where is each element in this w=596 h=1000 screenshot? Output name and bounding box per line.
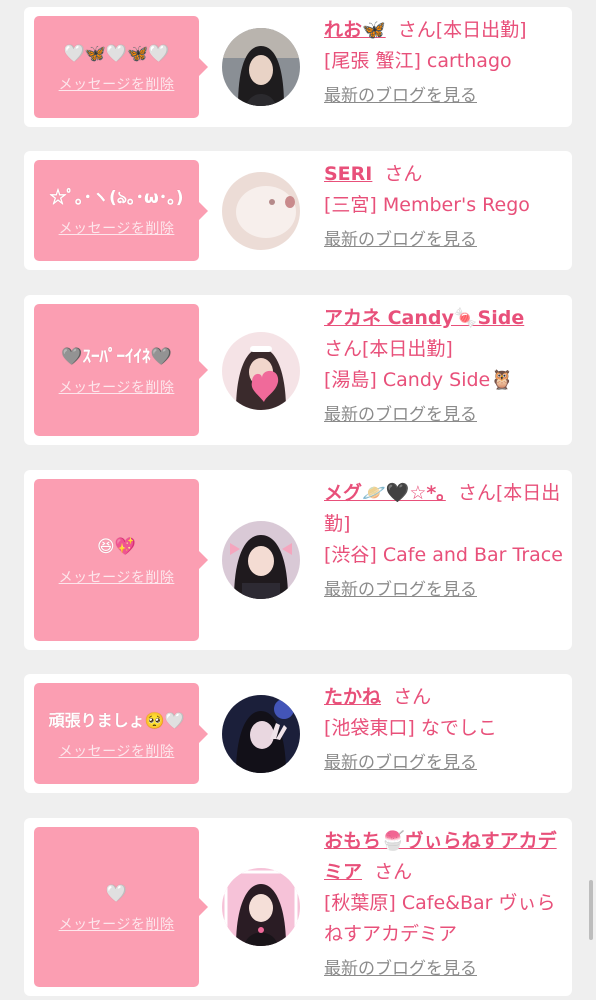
shop-name: [尾張 蟹江] carthago	[324, 50, 512, 72]
list-item: 😆💖 メッセージを削除 メグ🪐🖤☆*｡ さん[本日出勤] [渋谷] Cafe a…	[24, 470, 572, 650]
scrollbar[interactable]	[589, 880, 593, 940]
message-text: 🤍	[105, 884, 128, 904]
honorific: さん	[384, 163, 423, 185]
latest-blog-link[interactable]: 最新のブログを見る	[324, 225, 477, 256]
shop-name: [三宮] Member's Rego	[324, 194, 530, 216]
message-text: ☆ﾟ｡･ヽ(ঌ｡･ω･｡)	[49, 187, 184, 208]
cast-info: メグ🪐🖤☆*｡ さん[本日出勤] [渋谷] Cafe and Bar Trace…	[324, 478, 564, 606]
shop-name: [湯島] Candy Side🦉	[324, 369, 514, 391]
cast-info: SERI さん [三宮] Member's Rego 最新のブログを見る	[324, 159, 564, 256]
message-bubble: 🩶ｽｰﾊﾟｰｲｲﾈ🩶 メッセージを削除	[34, 304, 208, 436]
latest-blog-link[interactable]: 最新のブログを見る	[324, 954, 477, 985]
list-item: 頑張りましょ🥺🤍 メッセージを削除 たかね さん [池袋東口] なでしこ 最新の…	[24, 674, 572, 793]
message-bubble: 頑張りましょ🥺🤍 メッセージを削除	[34, 683, 208, 784]
latest-blog-link[interactable]: 最新のブログを見る	[324, 575, 477, 606]
delete-message-link[interactable]: メッセージを削除	[59, 741, 175, 761]
avatar[interactable]	[222, 521, 300, 599]
message-text: 🩶ｽｰﾊﾟｰｲｲﾈ🩶	[61, 347, 172, 367]
cast-name-link[interactable]: メグ🪐🖤☆*｡	[324, 482, 446, 504]
message-text: 🤍🦋🤍🦋🤍	[63, 44, 170, 64]
avatar[interactable]	[222, 172, 300, 250]
cast-info: アカネ Candy🍬Side さん[本日出勤] [湯島] Candy Side🦉…	[324, 303, 564, 431]
shop-name: [秋葉原] Cafe&Bar ヴぃらねすアカデミア	[324, 892, 556, 945]
shop-name: [池袋東口] なでしこ	[324, 717, 497, 739]
message-bubble: 😆💖 メッセージを削除	[34, 479, 208, 641]
list-item: 🤍🦋🤍🦋🤍 メッセージを削除 れお🦋 さん[本日出勤] [尾張 蟹江] cart…	[24, 7, 572, 127]
status-badge: [本日出勤]	[435, 19, 527, 41]
message-list: 🤍🦋🤍🦋🤍 メッセージを削除 れお🦋 さん[本日出勤] [尾張 蟹江] cart…	[0, 0, 596, 1000]
cast-name-link[interactable]: れお🦋	[324, 19, 386, 41]
avatar[interactable]	[222, 332, 300, 410]
cast-info: れお🦋 さん[本日出勤] [尾張 蟹江] carthago 最新のブログを見る	[324, 15, 564, 112]
delete-message-link[interactable]: メッセージを削除	[59, 567, 175, 587]
shop-name: [渋谷] Cafe and Bar Trace	[324, 544, 563, 566]
status-badge: [本日出勤]	[362, 338, 453, 360]
avatar[interactable]	[222, 695, 300, 773]
cast-info: おもち🍧ヴぃらねすアカデミア さん [秋葉原] Cafe&Bar ヴぃらねすアカ…	[324, 826, 564, 985]
cast-name-link[interactable]: おもち🍧ヴぃらねすアカデミア	[324, 830, 557, 883]
avatar[interactable]	[222, 868, 300, 946]
cast-name-link[interactable]: アカネ Candy🍬Side	[324, 307, 524, 329]
honorific: さん	[393, 686, 432, 708]
avatar[interactable]	[222, 28, 300, 106]
message-bubble: ☆ﾟ｡･ヽ(ঌ｡･ω･｡) メッセージを削除	[34, 160, 208, 261]
message-text: 😆💖	[97, 537, 136, 557]
latest-blog-link[interactable]: 最新のブログを見る	[324, 81, 477, 112]
honorific: さん	[374, 861, 413, 883]
message-bubble: 🤍 メッセージを削除	[34, 827, 208, 987]
cast-info: たかね さん [池袋東口] なでしこ 最新のブログを見る	[324, 682, 564, 779]
delete-message-link[interactable]: メッセージを削除	[59, 74, 175, 94]
honorific: さん	[324, 338, 363, 360]
delete-message-link[interactable]: メッセージを削除	[59, 377, 175, 397]
cast-name-link[interactable]: たかね	[324, 686, 381, 708]
honorific: さん	[397, 19, 436, 41]
delete-message-link[interactable]: メッセージを削除	[59, 218, 175, 238]
honorific: さん	[457, 482, 496, 504]
delete-message-link[interactable]: メッセージを削除	[59, 914, 175, 934]
list-item: ☆ﾟ｡･ヽ(ঌ｡･ω･｡) メッセージを削除 SERI さん [三宮] Memb…	[24, 151, 572, 270]
latest-blog-link[interactable]: 最新のブログを見る	[324, 400, 477, 431]
latest-blog-link[interactable]: 最新のブログを見る	[324, 748, 477, 779]
list-item: 🤍 メッセージを削除 おもち🍧ヴぃらねすアカデミア さん [秋葉原] Cafe&…	[24, 818, 572, 996]
message-bubble: 🤍🦋🤍🦋🤍 メッセージを削除	[34, 16, 208, 118]
list-item: 🩶ｽｰﾊﾟｰｲｲﾈ🩶 メッセージを削除 アカネ Candy🍬Side さん[本日…	[24, 295, 572, 445]
cast-name-link[interactable]: SERI	[324, 163, 372, 185]
message-text: 頑張りましょ🥺🤍	[48, 710, 185, 730]
